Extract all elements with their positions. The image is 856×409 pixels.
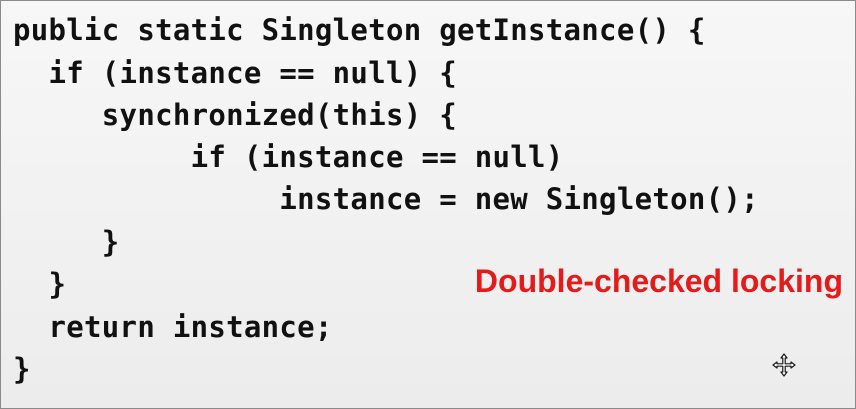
code-line-7: } xyxy=(13,267,67,301)
code-line-8: return instance; xyxy=(13,310,333,344)
move-cursor-icon xyxy=(772,353,796,377)
code-line-5: instance = new Singleton(); xyxy=(13,182,759,216)
code-line-6: } xyxy=(13,225,120,259)
code-line-3: synchronized(this) { xyxy=(13,98,457,132)
code-line-4: if (instance == null) xyxy=(13,140,564,174)
code-line-9: } xyxy=(13,352,31,386)
code-line-2: if (instance == null) { xyxy=(13,56,457,90)
code-line-1: public static Singleton getInstance() { xyxy=(13,13,706,47)
code-slide-panel: public static Singleton getInstance() { … xyxy=(0,0,856,409)
double-checked-locking-label: Double-checked locking xyxy=(474,263,843,299)
